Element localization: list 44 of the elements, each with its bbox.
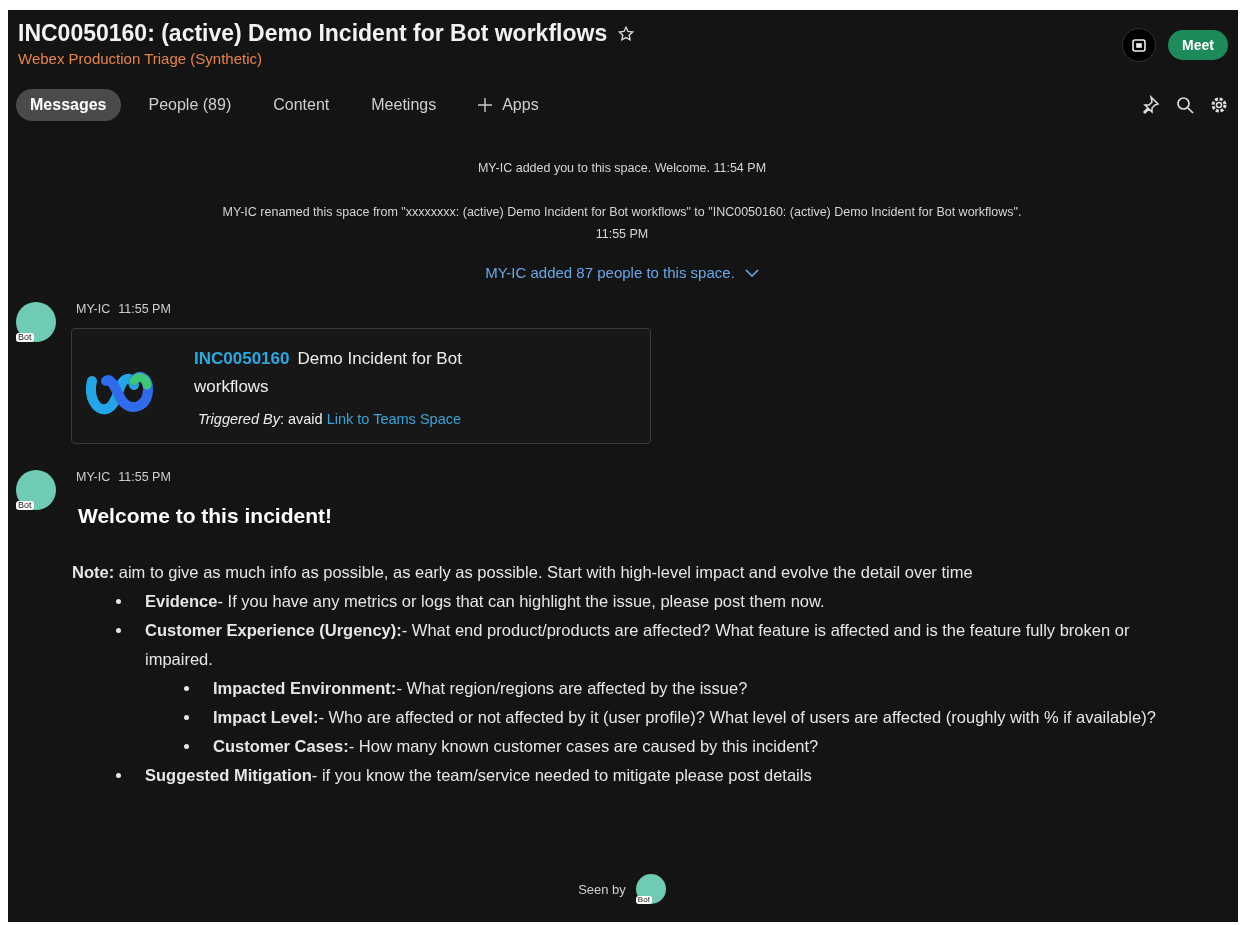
bullet-icon [116, 773, 121, 778]
sender-name: MY-IC [76, 470, 111, 484]
message-heading: Welcome to this incident! [78, 504, 333, 528]
team-name[interactable]: Webex Production Triage (Synthetic) [18, 50, 636, 67]
message-time: 11:55 PM [118, 302, 171, 316]
bullet-icon [184, 715, 189, 720]
search-icon[interactable] [1176, 96, 1194, 114]
bullet-icon [116, 599, 121, 604]
card-title: INC0050160 Demo Incident for Bot workflows [194, 348, 463, 398]
bullet-icon [184, 744, 189, 749]
bot-badge: Bot [635, 896, 652, 904]
whiteboard-button[interactable] [1122, 27, 1157, 62]
expand-link[interactable]: MY-IC added 87 people to this space. [479, 263, 765, 282]
star-icon[interactable] [617, 24, 636, 43]
list-item-text: Suggested Mitigation- if you know the team/service needed to mitigate please post details [145, 765, 813, 786]
list-item-text: Customer Cases:- How many known customer cases are caused by this incident? [213, 736, 820, 757]
square-icon [1131, 36, 1148, 53]
teams-space-link[interactable]: Link to Teams Space [326, 411, 461, 427]
bullet-icon [116, 628, 121, 633]
bullet-icon [184, 686, 189, 691]
system-message: MY-IC added you to this space. Welcome. 11:54 PM [476, 160, 768, 177]
list-item-text: Impact Level:- Who are affected or not affected by it (user profile)? What level of users are affected (roughly with % if available)? [213, 707, 1157, 728]
bot-badge: Bot [16, 333, 34, 342]
chevron-down-icon [744, 268, 759, 277]
meet-button[interactable]: Meet [1168, 29, 1228, 60]
system-message: MY-IC renamed this space from "xxxxxxxx: (active) Demo Incident for Bot workflows" to "INC0050160: (active) Demo Incident for Bot workflows". 11:55 PM [221, 204, 1023, 243]
message-time: 11:55 PM [118, 470, 171, 484]
tab[interactable]: People (89) [134, 89, 246, 121]
tab[interactable]: Apps [464, 89, 553, 121]
settings-icon[interactable] [1210, 96, 1228, 114]
tab[interactable]: Content [259, 89, 344, 121]
tab[interactable]: Messages [16, 89, 121, 121]
list-item-text: Evidence- If you have any metrics or logs that can highlight the issue, please post them now. [145, 591, 826, 612]
sender-name: MY-IC [76, 302, 111, 316]
seen-by-label: Seen by [578, 881, 626, 897]
bot-badge: Bot [16, 501, 34, 510]
pin-icon[interactable] [1140, 95, 1160, 115]
space-title: INC0050160: (active) Demo Incident for Bot workflows [18, 20, 608, 47]
list-item-text: Impacted Environment:- What region/regions are affected by the issue? [213, 678, 749, 699]
triggered-by-text: Triggered By: avaid [198, 411, 323, 427]
tab[interactable]: Meetings [357, 89, 451, 121]
list-item-text: Customer Experience (Urgency):- What end product/products are affected? What feature is affected and is the feature fully broken or impaired. [145, 620, 1131, 670]
plus-icon [478, 98, 493, 112]
note-text: Note: aim to give as much info as possible, as early as possible. Start with high-level impact and evolve the detail over time [72, 562, 974, 583]
